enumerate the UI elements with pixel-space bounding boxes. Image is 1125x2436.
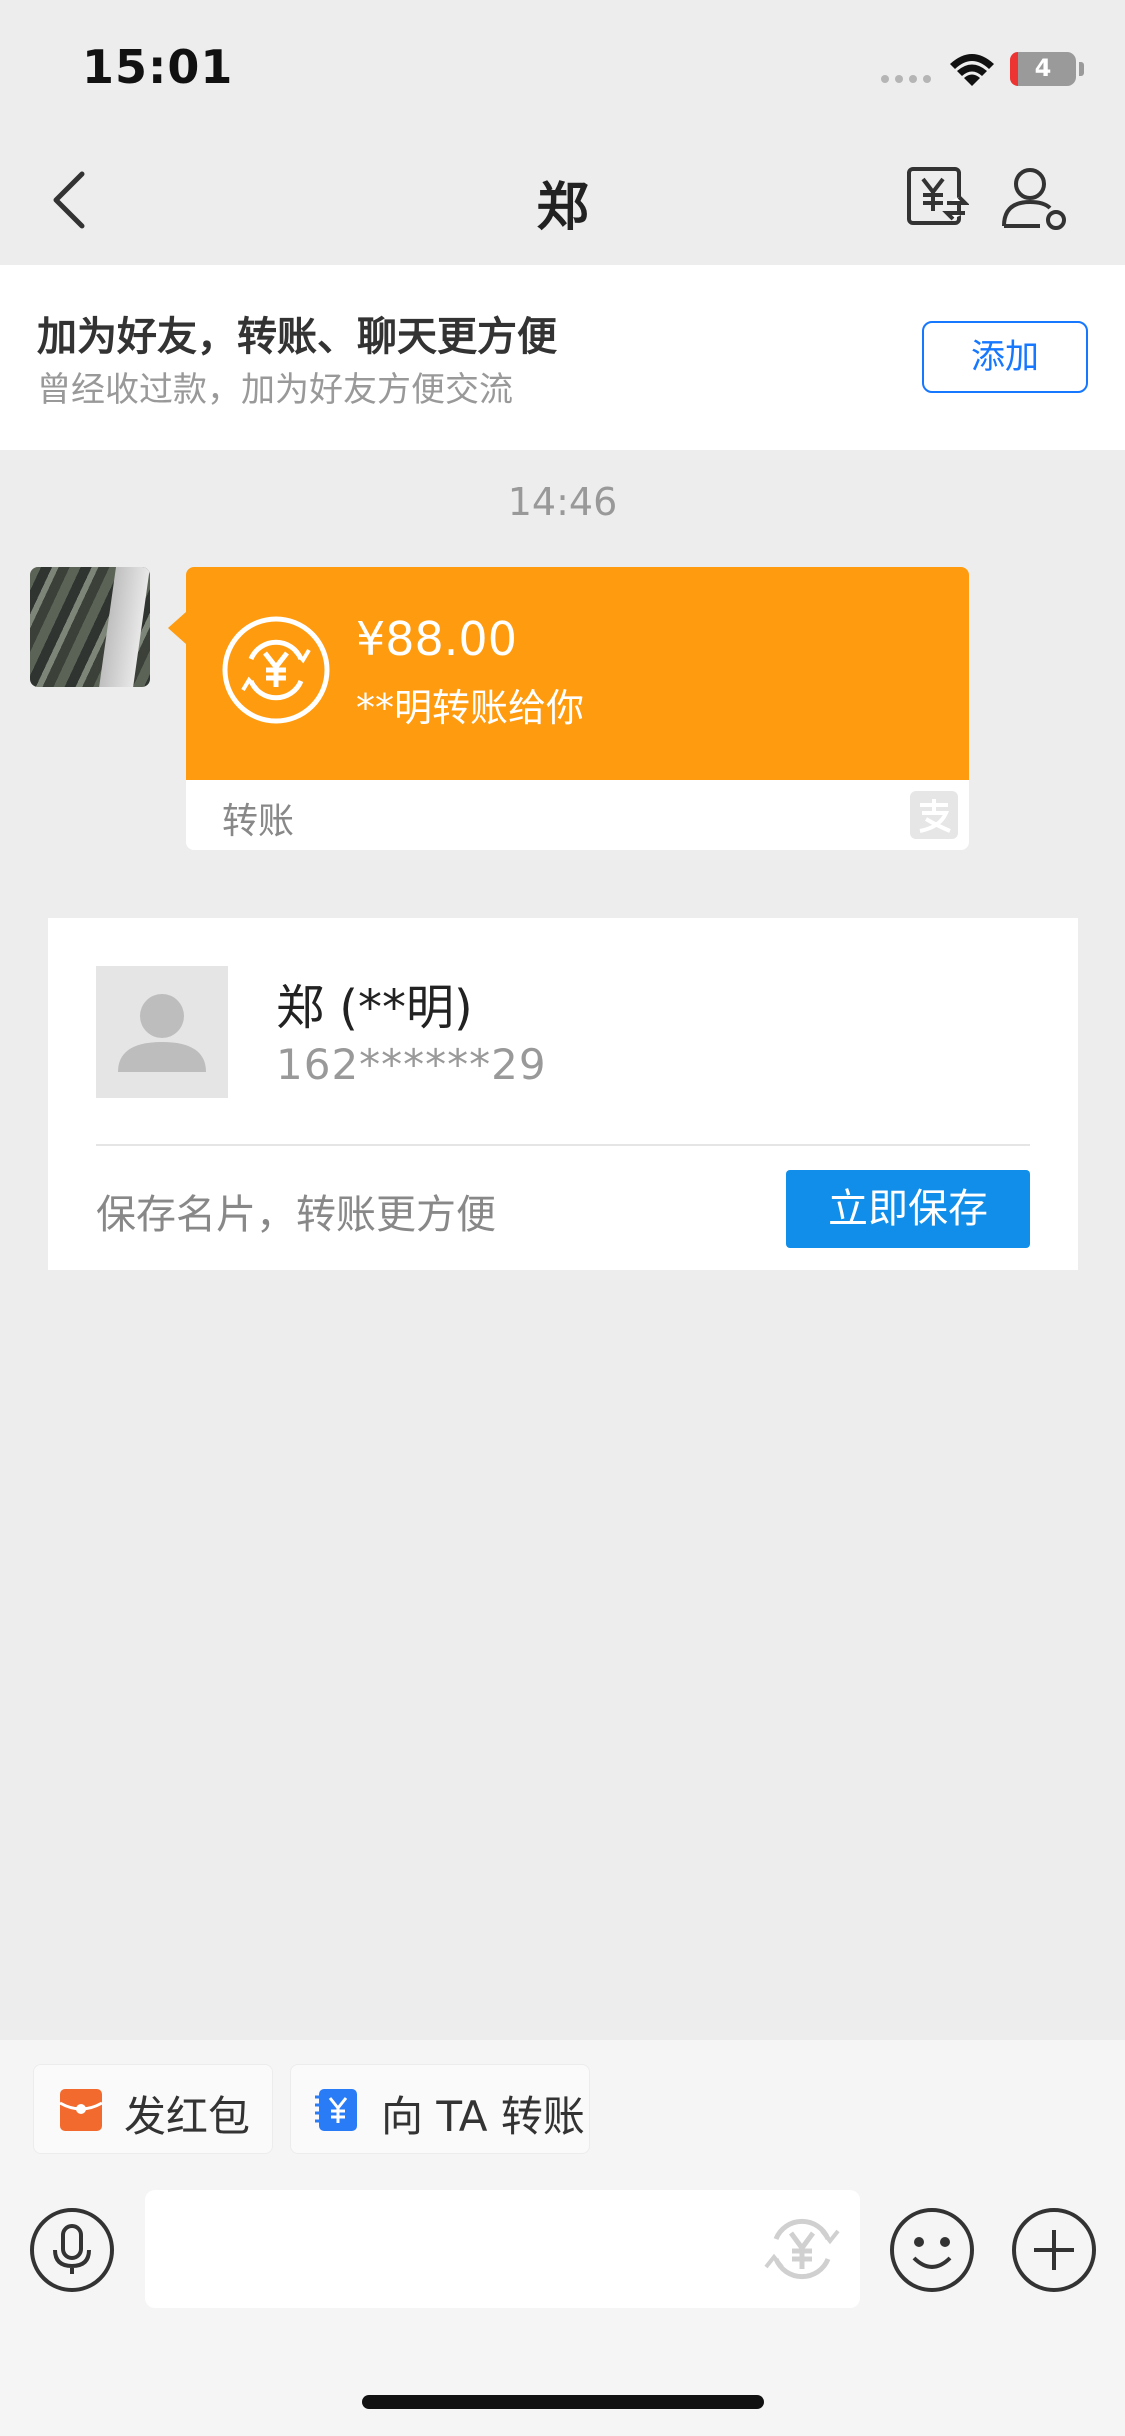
yuan-exchange-icon[interactable] [905, 165, 969, 229]
status-time: 15:01 [82, 40, 234, 94]
transfer-label: 转账 [222, 801, 295, 842]
transfer-to-ta-label: 向 TA 转账 [381, 2092, 585, 2141]
plus-icon[interactable] [1010, 2206, 1098, 2294]
cellular-signal-icon [881, 75, 931, 83]
contact-name: 郑 (**明) [276, 980, 473, 1036]
transfer-coin-icon [222, 616, 330, 724]
microphone-icon[interactable] [28, 2206, 116, 2294]
default-avatar-icon [96, 966, 228, 1098]
banner-title: 加为好友，转账、聊天更方便 [37, 314, 557, 360]
red-packet-icon [59, 2089, 103, 2131]
alipay-icon [910, 791, 958, 839]
red-packet-label: 发红包 [124, 2092, 251, 2141]
sender-avatar[interactable] [30, 567, 150, 687]
transfer-description: **明转账给你 [356, 686, 585, 730]
transfer-icon [315, 2089, 357, 2131]
save-now-button[interactable]: 立即保存 [786, 1170, 1030, 1248]
send-red-packet-button[interactable]: 发红包 [33, 2064, 273, 2154]
battery-level: 4 [1034, 54, 1052, 82]
emoji-icon[interactable] [888, 2206, 976, 2294]
add-friend-button[interactable]: 添加 [922, 321, 1088, 393]
contact-card: 郑 (**明) 162******29 保存名片，转账更方便 立即保存 [48, 918, 1078, 1270]
save-card-hint: 保存名片，转账更方便 [96, 1192, 496, 1238]
wifi-icon [950, 54, 994, 86]
divider [96, 1144, 1030, 1146]
transfer-message-card[interactable]: ¥88.00 **明转账给你 转账 [186, 567, 969, 850]
banner-subtitle: 曾经收过款，加为好友方便交流 [37, 370, 513, 410]
user-settings-icon[interactable] [1000, 162, 1070, 232]
home-indicator[interactable] [362, 2395, 764, 2409]
message-timestamp: 14:46 [507, 480, 618, 524]
bubble-tail [168, 612, 186, 644]
message-input[interactable] [145, 2190, 860, 2308]
yuan-icon[interactable] [758, 2205, 846, 2293]
transfer-to-ta-button[interactable]: 向 TA 转账 [290, 2064, 590, 2154]
contact-phone: 162******29 [276, 1040, 547, 1089]
battery-indicator: 4 [1010, 52, 1076, 86]
transfer-amount: ¥88.00 [356, 612, 517, 666]
battery-cap [1079, 62, 1084, 76]
